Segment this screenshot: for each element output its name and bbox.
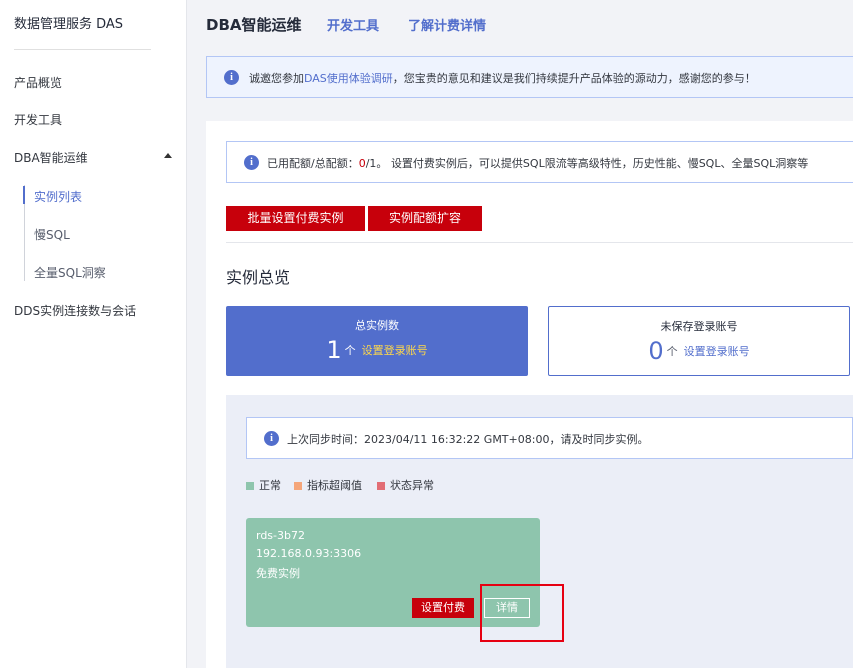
sidebar: 数据管理服务 DAS 产品概览 开发工具 DBA智能运维 实例列表 慢SQL 全… bbox=[0, 0, 187, 668]
unit-label: 个 bbox=[666, 345, 678, 358]
service-title: 数据管理服务 DAS bbox=[14, 17, 124, 32]
total-instances-row: 1 个设置登录账号 bbox=[226, 336, 528, 364]
batch-set-paid-button[interactable]: 批量设置付费实例 bbox=[226, 206, 365, 231]
instance-address: 192.168.0.93:3306 bbox=[256, 547, 362, 560]
legend-swatch bbox=[246, 482, 254, 490]
legend-label: 状态异常 bbox=[390, 479, 434, 492]
sidebar-item-instance-list[interactable]: 实例列表 bbox=[34, 188, 82, 205]
info-icon: i bbox=[244, 155, 259, 170]
survey-notice-prefix: 诚邀您参加 bbox=[249, 72, 304, 85]
sync-text: 上次同步时间：2023/04/11 16:32:22 GMT+08:00，请及时… bbox=[287, 433, 649, 446]
instance-name: rds-3b72 bbox=[256, 529, 305, 542]
set-login-account-link[interactable]: 设置登录账号 bbox=[362, 344, 428, 357]
unsaved-login-card: 未保存登录账号 0 个设置登录账号 bbox=[548, 306, 850, 376]
sidebar-item-dba-ops[interactable]: DBA智能运维 bbox=[14, 149, 88, 166]
quota-total: /1。 bbox=[365, 157, 388, 170]
sidebar-active-indicator bbox=[23, 186, 25, 204]
sidebar-item-dds-connections[interactable]: DDS实例连接数与会话 bbox=[14, 302, 136, 319]
sidebar-item-overview[interactable]: 产品概览 bbox=[14, 74, 62, 91]
legend-threshold: 指标超阈值 bbox=[294, 477, 362, 493]
dev-tools-link[interactable]: 开发工具 bbox=[327, 15, 379, 34]
legend-abnormal: 状态异常 bbox=[377, 477, 434, 493]
page-title: DBA智能运维 bbox=[206, 16, 302, 34]
quota-text: 已用配额/总配额：0/1。 设置付费实例后，可以提供SQL限流等高级特性，历史性… bbox=[267, 155, 808, 171]
billing-details-link[interactable]: 了解计费详情 bbox=[408, 15, 486, 34]
instance-overview-title: 实例总览 bbox=[226, 268, 291, 287]
total-instances-value: 1 bbox=[326, 336, 342, 364]
legend-label: 指标超阈值 bbox=[307, 479, 362, 492]
chevron-up-icon[interactable] bbox=[164, 153, 172, 158]
instance-type: 免费实例 bbox=[256, 567, 300, 580]
unsaved-login-label: 未保存登录账号 bbox=[660, 320, 738, 333]
sync-notice: i 上次同步时间：2023/04/11 16:32:22 GMT+08:00，请… bbox=[246, 417, 853, 459]
sidebar-divider bbox=[14, 49, 151, 50]
legend-normal: 正常 bbox=[246, 477, 281, 493]
total-instances-card: 总实例数 1 个设置登录账号 bbox=[226, 306, 528, 376]
set-login-account-link[interactable]: 设置登录账号 bbox=[684, 345, 750, 358]
sidebar-item-full-sql[interactable]: 全量SQL洞察 bbox=[34, 264, 106, 281]
survey-notice: i 诚邀您参加DAS使用体验调研，您宝贵的意见和建议是我们持续提升产品体验的源动… bbox=[206, 56, 853, 98]
info-icon: i bbox=[224, 70, 239, 85]
legend-swatch bbox=[294, 482, 302, 490]
set-paid-button[interactable]: 设置付费 bbox=[412, 598, 474, 618]
sidebar-item-dev-tools[interactable]: 开发工具 bbox=[14, 111, 62, 128]
total-instances-label: 总实例数 bbox=[355, 319, 399, 332]
quota-prefix: 已用配额/总配额： bbox=[267, 157, 359, 170]
highlight-annotation-box bbox=[480, 584, 564, 642]
info-icon: i bbox=[264, 431, 279, 446]
divider bbox=[226, 242, 853, 243]
quota-notice: i 已用配额/总配额：0/1。 设置付费实例后，可以提供SQL限流等高级特性，历… bbox=[226, 141, 853, 183]
legend-label: 正常 bbox=[259, 479, 281, 492]
unsaved-login-value: 0 bbox=[648, 337, 664, 365]
sidebar-item-slow-sql[interactable]: 慢SQL bbox=[34, 226, 70, 243]
survey-notice-text: 诚邀您参加DAS使用体验调研，您宝贵的意见和建议是我们持续提升产品体验的源动力，… bbox=[249, 70, 756, 86]
survey-link[interactable]: DAS使用体验调研 bbox=[304, 72, 393, 85]
expand-quota-button[interactable]: 实例配额扩容 bbox=[368, 206, 482, 231]
legend-swatch bbox=[377, 482, 385, 490]
quota-suffix: 设置付费实例后，可以提供SQL限流等高级特性，历史性能、慢SQL、全量SQL洞察… bbox=[390, 157, 809, 170]
survey-notice-suffix: ，您宝贵的意见和建议是我们持续提升产品体验的源动力，感谢您的参与！ bbox=[392, 72, 756, 85]
quota-used: 0 bbox=[358, 157, 366, 170]
unit-label: 个 bbox=[344, 344, 356, 357]
unsaved-login-row: 0 个设置登录账号 bbox=[549, 337, 849, 365]
